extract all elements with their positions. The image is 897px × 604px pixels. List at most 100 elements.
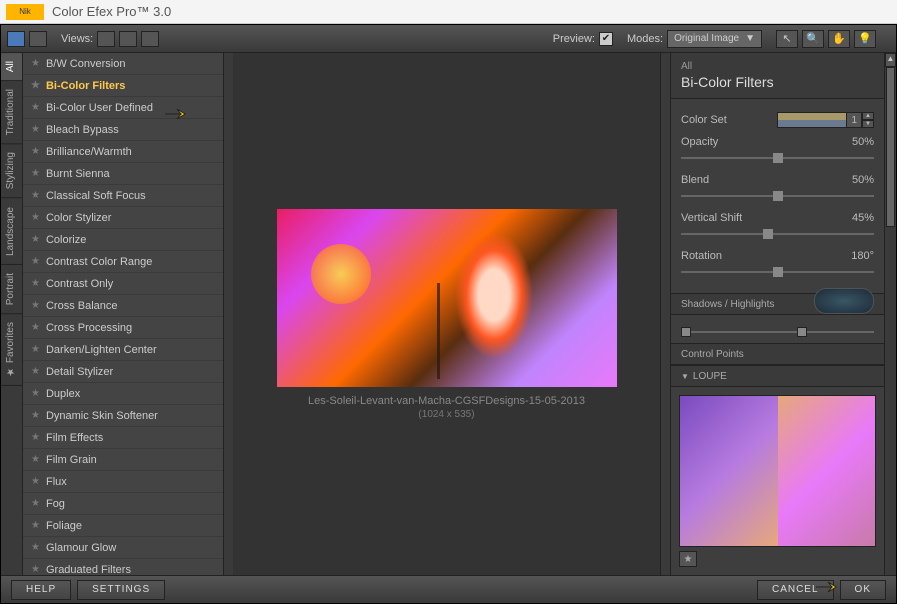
favorite-star-icon[interactable]: ★ <box>31 234 40 245</box>
loupe-preview[interactable] <box>679 395 876 547</box>
slider-thumb[interactable] <box>773 153 783 163</box>
slider[interactable] <box>681 229 874 239</box>
favorite-star-icon[interactable]: ★ <box>31 388 40 399</box>
nik-logo: Nik <box>6 4 44 20</box>
favorite-star-icon[interactable]: ★ <box>31 278 40 289</box>
favorite-star-icon[interactable]: ★ <box>31 476 40 487</box>
favorite-star-icon[interactable]: ★ <box>31 58 40 69</box>
color-set-down-icon[interactable]: ▼ <box>862 120 874 128</box>
tab-landscape[interactable]: Landscape <box>1 199 22 265</box>
filter-item[interactable]: ★Colorize <box>23 229 223 251</box>
filter-item[interactable]: ★Color Stylizer <box>23 207 223 229</box>
favorite-star-icon[interactable]: ★ <box>31 212 40 223</box>
preview-image[interactable] <box>277 209 617 387</box>
views-label: Views: <box>61 33 93 45</box>
favorite-star-icon[interactable]: ★ <box>31 124 40 135</box>
filter-item[interactable]: ★ Bleach Bypass <box>23 119 223 141</box>
color-set-swatch[interactable] <box>777 112 847 128</box>
filter-item[interactable]: ★Duplex <box>23 383 223 405</box>
filter-item[interactable]: ★Bi-Color Filters <box>23 75 223 97</box>
filter-item[interactable]: ★Detail Stylizer <box>23 361 223 383</box>
center-scrollbar[interactable] <box>660 53 670 575</box>
slider[interactable] <box>681 191 874 201</box>
favorite-star-icon[interactable]: ★ <box>31 498 40 509</box>
slider[interactable] <box>681 267 874 277</box>
filter-item[interactable]: ★B/W Conversion <box>23 53 223 75</box>
slider-thumb[interactable] <box>763 229 773 239</box>
slider-thumb[interactable] <box>773 191 783 201</box>
ok-button[interactable]: OK <box>840 580 886 600</box>
scroll-up-icon[interactable]: ▲ <box>885 53 896 67</box>
filter-item[interactable]: ★Glamour Glow <box>23 537 223 559</box>
tab-favorites[interactable]: ★ Favorites <box>1 314 22 386</box>
settings-button[interactable]: SETTINGS <box>77 580 165 600</box>
filter-item[interactable]: ★Cross Balance <box>23 295 223 317</box>
favorite-star-icon[interactable]: ★ <box>31 410 40 421</box>
scroll-thumb[interactable] <box>886 67 895 227</box>
filter-label: Film Effects <box>46 432 103 444</box>
shadows-handle[interactable] <box>681 327 691 337</box>
filter-item[interactable]: ★Cross Processing <box>23 317 223 339</box>
app-window: Views: Preview: ✔ Modes: Original Image▼… <box>0 24 897 604</box>
view-single-button[interactable] <box>7 31 25 47</box>
pan-tool-icon[interactable]: ✋ <box>828 30 850 48</box>
favorite-star-icon[interactable]: ★ <box>31 102 40 113</box>
tab-traditional[interactable]: Traditional <box>1 81 22 144</box>
filter-item[interactable]: ★Contrast Only <box>23 273 223 295</box>
filter-item[interactable]: ★Bi-Color User Defined <box>23 97 223 119</box>
filter-item[interactable]: ★Darken/Lighten Center <box>23 339 223 361</box>
tip-tool-icon[interactable]: 💡 <box>854 30 876 48</box>
tab-stylizing[interactable]: Stylizing <box>1 144 22 198</box>
views-3-button[interactable] <box>141 31 159 47</box>
filter-label: Bleach Bypass <box>46 124 119 136</box>
favorite-star-icon[interactable]: ★ <box>31 256 40 267</box>
views-1-button[interactable] <box>97 31 115 47</box>
favorite-star-icon[interactable]: ★ <box>31 564 40 575</box>
favorite-star-icon[interactable]: ★ <box>31 432 40 443</box>
favorite-star-icon[interactable]: ★ <box>31 190 40 201</box>
highlights-handle[interactable] <box>797 327 807 337</box>
filter-label: Flux <box>46 476 67 488</box>
filter-item[interactable]: ★Graduated Filters <box>23 559 223 575</box>
filter-item[interactable]: ★Contrast Color Range <box>23 251 223 273</box>
modes-select[interactable]: Original Image▼ <box>667 30 762 48</box>
filter-item[interactable]: ★ Flux <box>23 471 223 493</box>
favorite-star-icon[interactable]: ★ <box>31 520 40 531</box>
color-set-up-icon[interactable]: ▲ <box>862 112 874 120</box>
pointer-tool-icon[interactable]: ↖ <box>776 30 798 48</box>
tab-all[interactable]: All <box>1 53 22 81</box>
loupe-header[interactable]: ▼ LOUPE <box>671 365 884 387</box>
filter-item[interactable]: ★Fog <box>23 493 223 515</box>
tab-portrait[interactable]: Portrait <box>1 265 22 314</box>
image-filename: Les-Soleil-Levant-van-Macha-CGSFDesigns-… <box>308 395 585 407</box>
preview-checkbox[interactable]: ✔ <box>599 32 613 46</box>
view-split-button[interactable] <box>29 31 47 47</box>
filter-item[interactable]: ★Burnt Sienna <box>23 163 223 185</box>
filter-item[interactable]: ★Brilliance/Warmth <box>23 141 223 163</box>
filter-item[interactable]: ★Foliage <box>23 515 223 537</box>
help-button[interactable]: HELP <box>11 580 71 600</box>
favorite-star-icon[interactable]: ★ <box>31 344 40 355</box>
control-points-header[interactable]: Control Points <box>671 343 884 365</box>
slider-thumb[interactable] <box>773 267 783 277</box>
filter-item[interactable]: ★Dynamic Skin Softener <box>23 405 223 427</box>
favorite-star-icon[interactable]: ★ <box>31 454 40 465</box>
favorite-star-icon[interactable]: ★ <box>31 322 40 333</box>
favorite-star-icon[interactable]: ★ <box>31 542 40 553</box>
collapse-arrow-icon: ▼ <box>681 372 689 381</box>
right-panel-scrollbar[interactable]: ▲ <box>884 53 896 575</box>
filter-item[interactable]: ★Classical Soft Focus <box>23 185 223 207</box>
favorite-star-icon[interactable]: ★ <box>31 146 40 157</box>
favorite-star-icon[interactable]: ★ <box>31 168 40 179</box>
favorite-star-icon[interactable]: ★ <box>31 300 40 311</box>
favorite-star-icon[interactable]: ★ <box>31 80 40 91</box>
filter-list-scrollbar[interactable] <box>223 53 233 575</box>
views-2-button[interactable] <box>119 31 137 47</box>
favorite-star-icon[interactable]: ★ <box>31 366 40 377</box>
loupe-star-button[interactable]: ★ <box>679 551 697 567</box>
filter-item[interactable]: ★Film Grain <box>23 449 223 471</box>
zoom-tool-icon[interactable]: 🔍 <box>802 30 824 48</box>
shadows-highlights-header[interactable]: Shadows / Highlights <box>671 293 884 315</box>
slider[interactable] <box>681 153 874 163</box>
filter-item[interactable]: ★ Film Effects <box>23 427 223 449</box>
